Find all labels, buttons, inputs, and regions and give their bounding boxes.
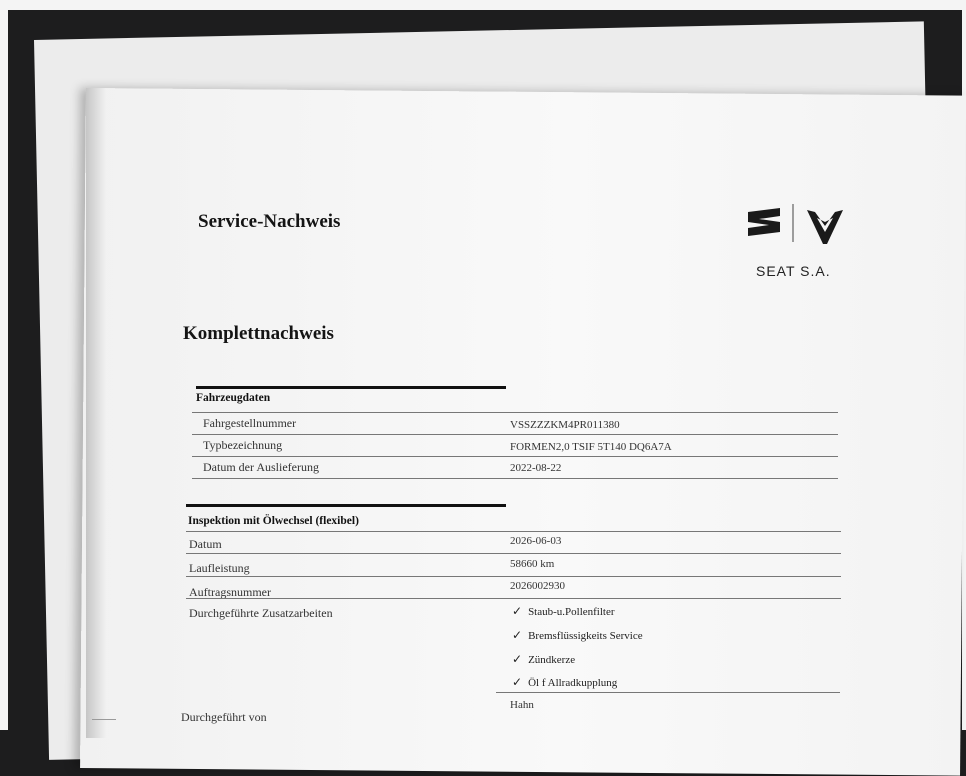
row-line (186, 598, 841, 599)
field-value-type: FORMEN2,0 TSIF 5T140 DQ6A7A (510, 441, 672, 453)
row-line (192, 478, 838, 479)
field-value-date: 2026-06-03 (510, 535, 562, 547)
section-heading-vehicle: Fahrzeugdaten (196, 392, 271, 404)
document-subtitle: Komplettnachweis (183, 323, 334, 344)
checkmark-icon: ✓ (512, 675, 523, 689)
field-value-performed-by: Hahn (510, 699, 534, 711)
field-label-type: Typbezeichnung (203, 438, 283, 452)
photo-border-top (0, 0, 966, 10)
extra-work-item: ✓ Bremsflüssigkeits Service (512, 628, 643, 642)
field-value-mileage: 58660 km (510, 558, 555, 570)
checkmark-icon: ✓ (512, 604, 523, 618)
document-title: Service-Nachweis (198, 211, 341, 232)
paper-edge-mark (92, 719, 116, 720)
paper-edge-shadow (86, 88, 106, 738)
field-label-performed-by: Durchgeführt von (181, 710, 267, 724)
field-label-extra-work: Durchgeführte Zusatzarbeiten (189, 606, 333, 620)
extra-work-item: ✓ Staub-u.Pollenfilter (512, 604, 615, 618)
field-value-order-number: 2026002930 (510, 580, 565, 592)
field-label-mileage: Laufleistung (189, 561, 250, 575)
row-line (192, 456, 838, 457)
row-line (186, 576, 841, 577)
checkmark-icon: ✓ (512, 652, 523, 666)
row-line (496, 692, 840, 693)
brand-logos (748, 204, 843, 244)
field-label-delivery-date: Datum der Auslieferung (203, 460, 319, 474)
field-label-date: Datum (189, 537, 222, 551)
row-line (192, 412, 838, 413)
front-paper-sheet (80, 88, 966, 776)
row-line (186, 531, 841, 532)
extra-work-item: ✓ Öl f Allradkupplung (512, 675, 618, 689)
section-divider-inspection (186, 504, 506, 507)
checkmark-icon: ✓ (512, 628, 523, 642)
extra-work-item: ✓ Zündkerze (512, 652, 576, 666)
seat-logo-icon (748, 208, 780, 236)
row-line (192, 434, 838, 435)
photo-border-left (0, 0, 8, 730)
brand-name: SEAT S.A. (756, 263, 831, 279)
section-heading-inspection: Inspektion mit Ölwechsel (flexibel) (188, 515, 359, 527)
field-label-vin: Fahrgestellnummer (203, 416, 297, 430)
row-line (186, 553, 841, 554)
field-value-vin: VSSZZZKM4PR011380 (510, 419, 620, 431)
section-divider-vehicle (196, 386, 506, 389)
field-value-delivery-date: 2022-08-22 (510, 462, 562, 474)
cupra-logo-icon (807, 210, 843, 244)
